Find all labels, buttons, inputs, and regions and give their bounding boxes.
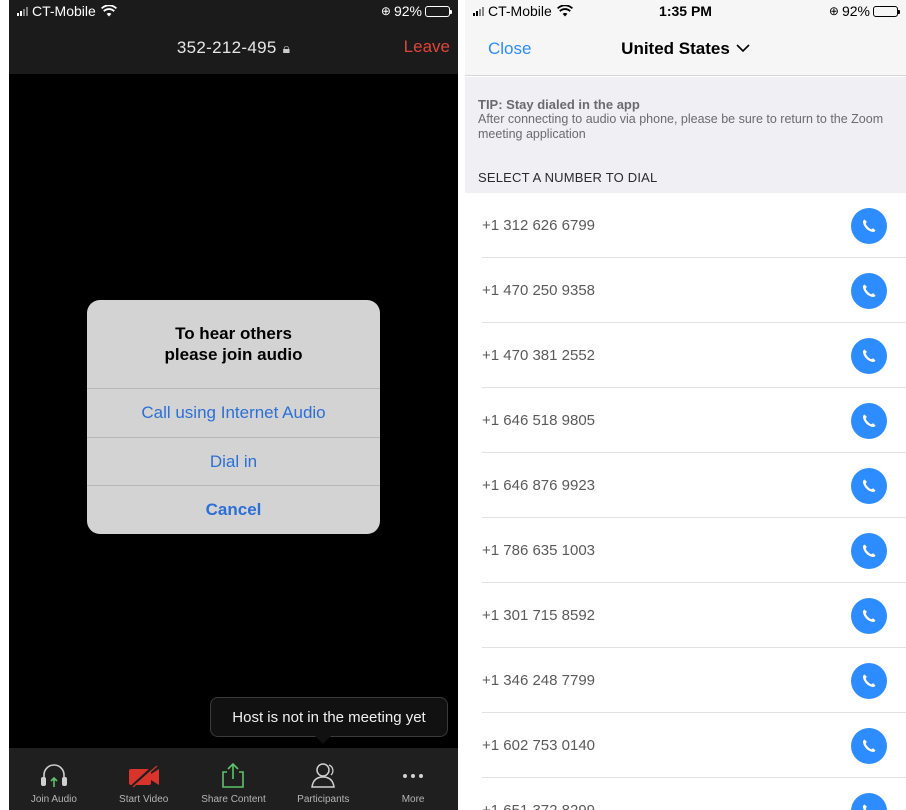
headphones-icon xyxy=(40,764,67,787)
orientation-lock-icon: ⊕ xyxy=(828,4,839,18)
phone-number: +1 346 248 7799 xyxy=(482,672,596,689)
phone-icon xyxy=(862,609,876,622)
call-button[interactable] xyxy=(851,272,887,309)
meeting-id[interactable]: 352-212-495 xyxy=(177,38,277,58)
dialog-title-line1: To hear others xyxy=(175,324,292,343)
tip-title: TIP: Stay dialed in the app xyxy=(478,97,640,112)
signal-icon xyxy=(473,6,484,16)
dial-number-row[interactable]: +1 646 876 9923 xyxy=(465,453,906,518)
dial-number-row[interactable]: +1 602 753 0140 xyxy=(465,713,906,778)
dial-number-row[interactable]: +1 651 372 8299 xyxy=(465,778,906,810)
share-icon xyxy=(222,762,245,788)
share-content-label: Share Content xyxy=(201,794,266,805)
phone-number: +1 312 626 6799 xyxy=(482,217,596,234)
phone-icon xyxy=(862,804,867,810)
wifi-icon xyxy=(556,5,573,17)
dial-number-row[interactable]: +1 301 715 8592 xyxy=(465,583,906,648)
dial-in-screen: CT-Mobile 1:35 PM ⊕ 92% Close United Sta… xyxy=(465,0,906,810)
phone-icon xyxy=(862,349,876,362)
carrier-label: CT-Mobile xyxy=(488,3,552,19)
phone-icon xyxy=(862,544,876,557)
host-status-tooltip: Host is not in the meeting yet xyxy=(210,697,448,744)
battery-percent: 92% xyxy=(393,3,422,19)
call-button[interactable] xyxy=(851,337,887,374)
call-button[interactable] xyxy=(851,727,887,764)
cancel-button[interactable]: Cancel xyxy=(87,485,380,534)
meeting-header: 352-212-495 🔒︎ Leave xyxy=(9,22,458,74)
call-button[interactable] xyxy=(851,597,887,634)
participants-button[interactable]: Participants xyxy=(278,748,368,810)
chevron-down-icon xyxy=(736,44,750,53)
call-button[interactable] xyxy=(851,532,887,569)
start-video-button[interactable]: Start Video xyxy=(99,748,189,810)
phone-number: +1 786 635 1003 xyxy=(482,542,596,559)
internet-audio-button[interactable]: Call using Internet Audio xyxy=(87,388,380,437)
call-button[interactable] xyxy=(851,662,887,699)
tip-section: TIP: Stay dialed in the app After connec… xyxy=(465,77,906,193)
phone-icon xyxy=(862,414,876,427)
phone-number: +1 470 381 2552 xyxy=(482,347,596,364)
dial-number-row[interactable]: +1 470 381 2552 xyxy=(465,323,906,388)
call-button[interactable] xyxy=(851,207,887,244)
leave-button[interactable]: Leave xyxy=(404,37,450,57)
phone-icon xyxy=(862,219,876,232)
participants-icon xyxy=(311,763,336,788)
status-bar: CT-Mobile 1:35 PM ⊕ 92% xyxy=(465,0,906,22)
zoom-meeting-screen: CT-Mobile ⊕ 92% 352-212-495 🔒︎ Leave To … xyxy=(9,0,458,810)
call-button[interactable] xyxy=(851,402,887,439)
dial-number-row[interactable]: +1 646 518 9805 xyxy=(465,388,906,453)
more-label: More xyxy=(401,794,425,805)
meeting-toolbar: Join Audio Start Video Share Content Par… xyxy=(9,748,458,810)
phone-number: +1 470 250 9358 xyxy=(482,282,596,299)
dial-in-button[interactable]: Dial in xyxy=(87,436,380,486)
tip-body: After connecting to audio via phone, ple… xyxy=(478,112,884,141)
join-audio-dialog: To hear others please join audio Call us… xyxy=(87,300,380,534)
dial-number-row[interactable]: +1 346 248 7799 xyxy=(465,648,906,713)
more-button[interactable]: More xyxy=(368,748,458,810)
dial-number-row[interactable]: +1 786 635 1003 xyxy=(465,518,906,583)
battery-percent: 92% xyxy=(841,3,870,19)
join-audio-button[interactable]: Join Audio xyxy=(9,748,99,810)
dial-number-row[interactable]: +1 312 626 6799 xyxy=(465,193,906,258)
phone-number: +1 651 372 8299 xyxy=(482,802,595,810)
dialog-title: To hear others please join audio xyxy=(87,300,380,388)
signal-icon xyxy=(17,6,28,16)
phone-icon xyxy=(862,284,876,297)
navigation-bar: Close United States xyxy=(465,22,906,76)
more-dots-icon xyxy=(403,774,424,778)
dial-number-row[interactable]: +1 470 250 9358 xyxy=(465,258,906,323)
dial-number-list: +1 312 626 6799 +1 470 250 9358 +1 470 3… xyxy=(465,193,906,810)
video-off-icon xyxy=(128,764,159,788)
phone-icon xyxy=(862,739,876,752)
battery-icon xyxy=(873,5,900,17)
lock-icon: 🔒︎ xyxy=(282,39,291,56)
status-bar: CT-Mobile ⊕ 92% xyxy=(9,0,458,22)
participants-label: Participants xyxy=(297,794,350,805)
battery-icon xyxy=(425,5,452,17)
phone-icon xyxy=(862,479,876,492)
country-selector[interactable]: United States xyxy=(465,39,906,59)
orientation-lock-icon: ⊕ xyxy=(380,4,391,18)
dialog-title-line2: please join audio xyxy=(164,345,303,364)
call-button[interactable] xyxy=(851,792,887,810)
country-label: United States xyxy=(621,38,730,58)
phone-number: +1 646 876 9923 xyxy=(482,477,596,494)
phone-number: +1 301 715 8592 xyxy=(482,607,596,624)
join-audio-label: Join Audio xyxy=(30,794,77,805)
phone-number: +1 602 753 0140 xyxy=(482,737,596,754)
section-label: SELECT A NUMBER TO DIAL xyxy=(478,170,658,185)
phone-number: +1 646 518 9805 xyxy=(482,412,596,429)
call-button[interactable] xyxy=(851,467,887,504)
wifi-icon xyxy=(100,5,117,17)
carrier-label: CT-Mobile xyxy=(32,3,96,19)
start-video-label: Start Video xyxy=(119,794,169,805)
phone-icon xyxy=(862,674,876,687)
share-content-button[interactable]: Share Content xyxy=(189,748,279,810)
